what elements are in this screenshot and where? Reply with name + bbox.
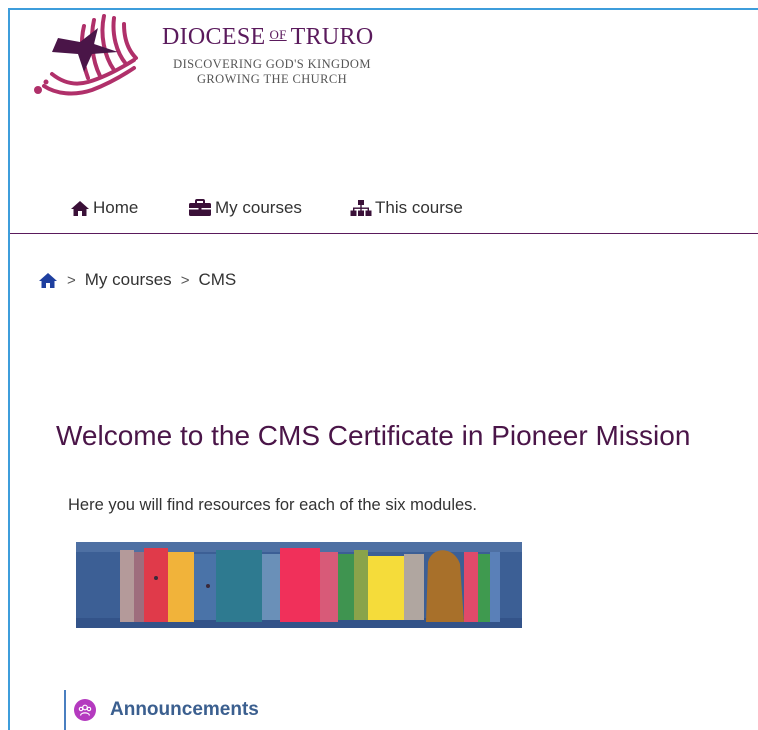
tagline: DISCOVERING GOD'S KINGDOM GROWING THE CH…	[162, 57, 382, 87]
brand-block: DIOCESE OF TRURO DISCOVERING GOD'S KINGDOM…	[162, 24, 402, 87]
page-frame: DIOCESE OF TRURO DISCOVERING GOD'S KINGDOM…	[8, 8, 758, 730]
home-icon	[71, 200, 89, 216]
breadcrumb-separator: >	[180, 271, 190, 289]
tagline-line-2: GROWING THE CHURCH	[196, 72, 348, 86]
nav-my-courses-label: My courses	[215, 198, 302, 217]
breadcrumb: > My courses > CMS	[38, 270, 236, 290]
nav-home-label: Home	[93, 198, 139, 217]
sitemap-icon	[350, 200, 372, 216]
nav-home[interactable]: Home	[70, 198, 138, 218]
brand-name-left: DIOCESE	[162, 24, 266, 50]
primary-navigation: Home My courses This course	[10, 192, 758, 234]
briefcase-icon	[189, 199, 211, 216]
breadcrumb-my-courses[interactable]: My courses	[85, 270, 172, 290]
breadcrumb-separator: >	[67, 271, 76, 289]
course-banner-image	[76, 542, 522, 628]
brand-name: DIOCESE OF TRURO	[162, 24, 402, 51]
breadcrumb-home-icon[interactable]	[38, 272, 58, 289]
tagline-line-1: DISCOVERING GOD'S KINGDOM	[173, 57, 371, 71]
breadcrumb-cms[interactable]: CMS	[198, 270, 236, 290]
brand-name-of: OF	[269, 27, 287, 42]
diocese-logo-mark[interactable]	[22, 12, 142, 102]
nav-this-course[interactable]: This course	[350, 198, 463, 218]
page-title: Welcome to the CMS Certificate in Pionee…	[56, 420, 691, 451]
nav-this-course-label: This course	[375, 198, 463, 217]
announcements-link[interactable]: Announcements	[110, 699, 259, 721]
intro-text: Here you will find resources for each of…	[68, 496, 478, 514]
forum-icon	[74, 699, 96, 721]
nav-my-courses[interactable]: My courses	[188, 198, 302, 218]
brand-name-right: TRURO	[290, 24, 374, 50]
announcements-activity[interactable]: Announcements	[64, 690, 259, 730]
